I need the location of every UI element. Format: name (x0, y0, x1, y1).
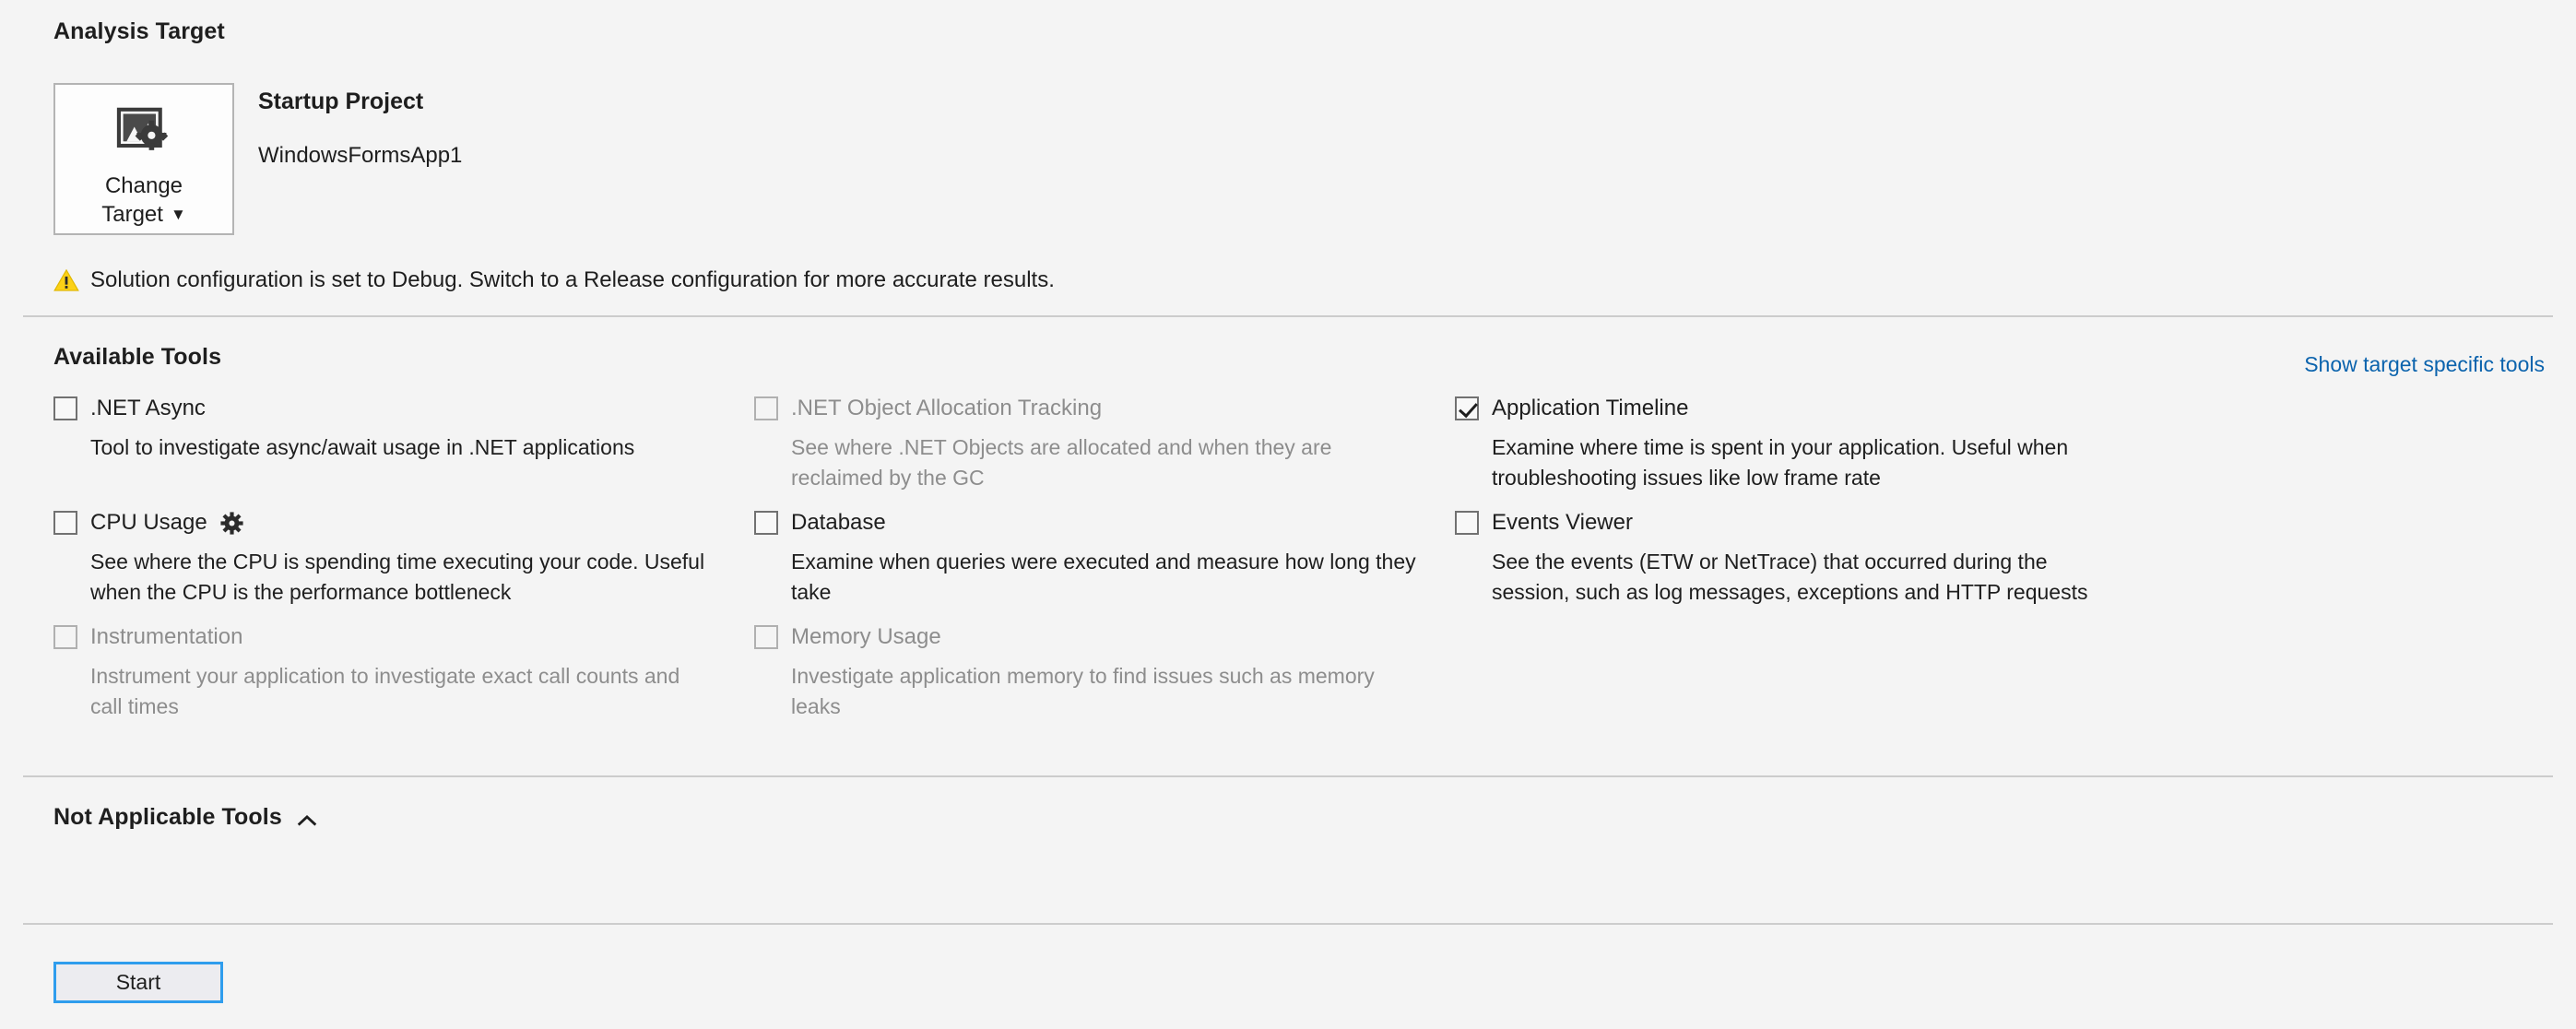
warning-triangle-icon (53, 268, 79, 292)
solution-configuration-warning: Solution configuration is set to Debug. … (53, 267, 1055, 293)
tool-cpu-usage: CPU Usage See where the CPU is spending t… (53, 506, 754, 621)
start-button[interactable]: Start (53, 962, 223, 1003)
project-name: WindowsFormsApp1 (258, 143, 463, 168)
tool-name: .NET Async (90, 396, 206, 420)
not-applicable-tools-heading: Not Applicable Tools (53, 804, 282, 830)
target-info: Startup Project WindowsFormsApp1 (258, 83, 462, 169)
checkbox-events-viewer[interactable] (1455, 511, 1479, 535)
divider-analysis-target (23, 315, 2553, 317)
checkbox-cpu-usage[interactable] (53, 511, 77, 535)
chevron-down-icon[interactable]: ▼ (171, 200, 186, 229)
tool-header: Application Timeline (1455, 392, 2156, 425)
image-settings-icon (115, 107, 172, 159)
tool-name: .NET Object Allocation Tracking (791, 396, 1103, 420)
tool-header: Instrumentation (53, 621, 754, 654)
tool-empty-slot (1455, 621, 2156, 735)
tool-header: Events Viewer (1455, 506, 2156, 539)
tool-name: Instrumentation (90, 624, 243, 649)
tool-header: Memory Usage (754, 621, 1455, 654)
change-target-label: Change Target ▼ (101, 172, 186, 229)
tool-header: Database (754, 506, 1455, 539)
tool-instrumentation: Instrumentation Instrument your applicati… (53, 621, 754, 735)
tool-header: .NET Object Allocation Tracking (754, 392, 1455, 425)
show-target-specific-tools-link[interactable]: Show target specific tools (2304, 352, 2545, 377)
checkbox-net-async[interactable] (53, 396, 77, 420)
tool-description: Examine where time is spent in your appl… (1492, 435, 2069, 490)
tool-name: Database (791, 510, 886, 535)
available-tools-grid: .NET Async Tool to investigate async/awai… (53, 392, 2543, 735)
tool-application-timeline: Application Timeline Examine where time i… (1455, 392, 2156, 506)
tool-description: Examine when queries were executed and m… (791, 550, 1416, 604)
tool-memory-usage: Memory Usage Investigate application memo… (754, 621, 1455, 735)
tool-name: Application Timeline (1492, 396, 1689, 420)
divider-available-tools (23, 775, 2553, 777)
checkbox-memory-usage (754, 625, 778, 649)
tool-net-object-allocation-tracking: .NET Object Allocation Tracking See where… (754, 392, 1455, 506)
tool-header: .NET Async (53, 392, 754, 425)
tool-description: See where the CPU is spending time execu… (90, 550, 705, 604)
checkbox-application-timeline[interactable] (1455, 396, 1479, 420)
divider-not-applicable-tools (23, 923, 2553, 925)
change-target-button[interactable]: Change Target ▼ (53, 83, 234, 235)
warning-text: Solution configuration is set to Debug. … (90, 267, 1055, 292)
tool-description: Tool to investigate async/await usage in… (90, 435, 635, 459)
available-tools-heading: Available Tools (53, 344, 222, 370)
tool-description: Instrument your application to investiga… (90, 664, 680, 718)
checkbox-net-object-allocation-tracking (754, 396, 778, 420)
change-target-line2: Target (101, 202, 163, 227)
tool-name: Events Viewer (1492, 510, 1633, 535)
tool-name: CPU Usage (90, 510, 207, 535)
tool-description: Investigate application memory to find i… (791, 664, 1375, 718)
change-target-line1: Change (104, 173, 183, 198)
tool-name: Memory Usage (791, 624, 941, 649)
tool-events-viewer: Events Viewer See the events (ETW or NetT… (1455, 506, 2156, 621)
tool-header: CPU Usage (53, 506, 754, 539)
checkbox-instrumentation (53, 625, 77, 649)
performance-profiler-page: Analysis Target Change Target ▼ Startup … (0, 0, 2576, 1029)
startup-project-label: Startup Project (258, 89, 424, 114)
analysis-target-heading: Analysis Target (53, 18, 225, 44)
chevron-up-icon[interactable] (297, 809, 317, 831)
not-applicable-tools-toggle[interactable]: Not Applicable Tools (53, 804, 317, 831)
tool-description: See where .NET Objects are allocated and… (791, 435, 1332, 490)
tool-net-async: .NET Async Tool to investigate async/awai… (53, 392, 754, 506)
checkbox-database[interactable] (754, 511, 778, 535)
tool-database: Database Examine when queries were execut… (754, 506, 1455, 621)
gear-icon[interactable] (220, 511, 243, 535)
analysis-target-row: Change Target ▼ Startup Project WindowsFo… (53, 83, 462, 235)
tool-description: See the events (ETW or NetTrace) that oc… (1492, 550, 2088, 604)
